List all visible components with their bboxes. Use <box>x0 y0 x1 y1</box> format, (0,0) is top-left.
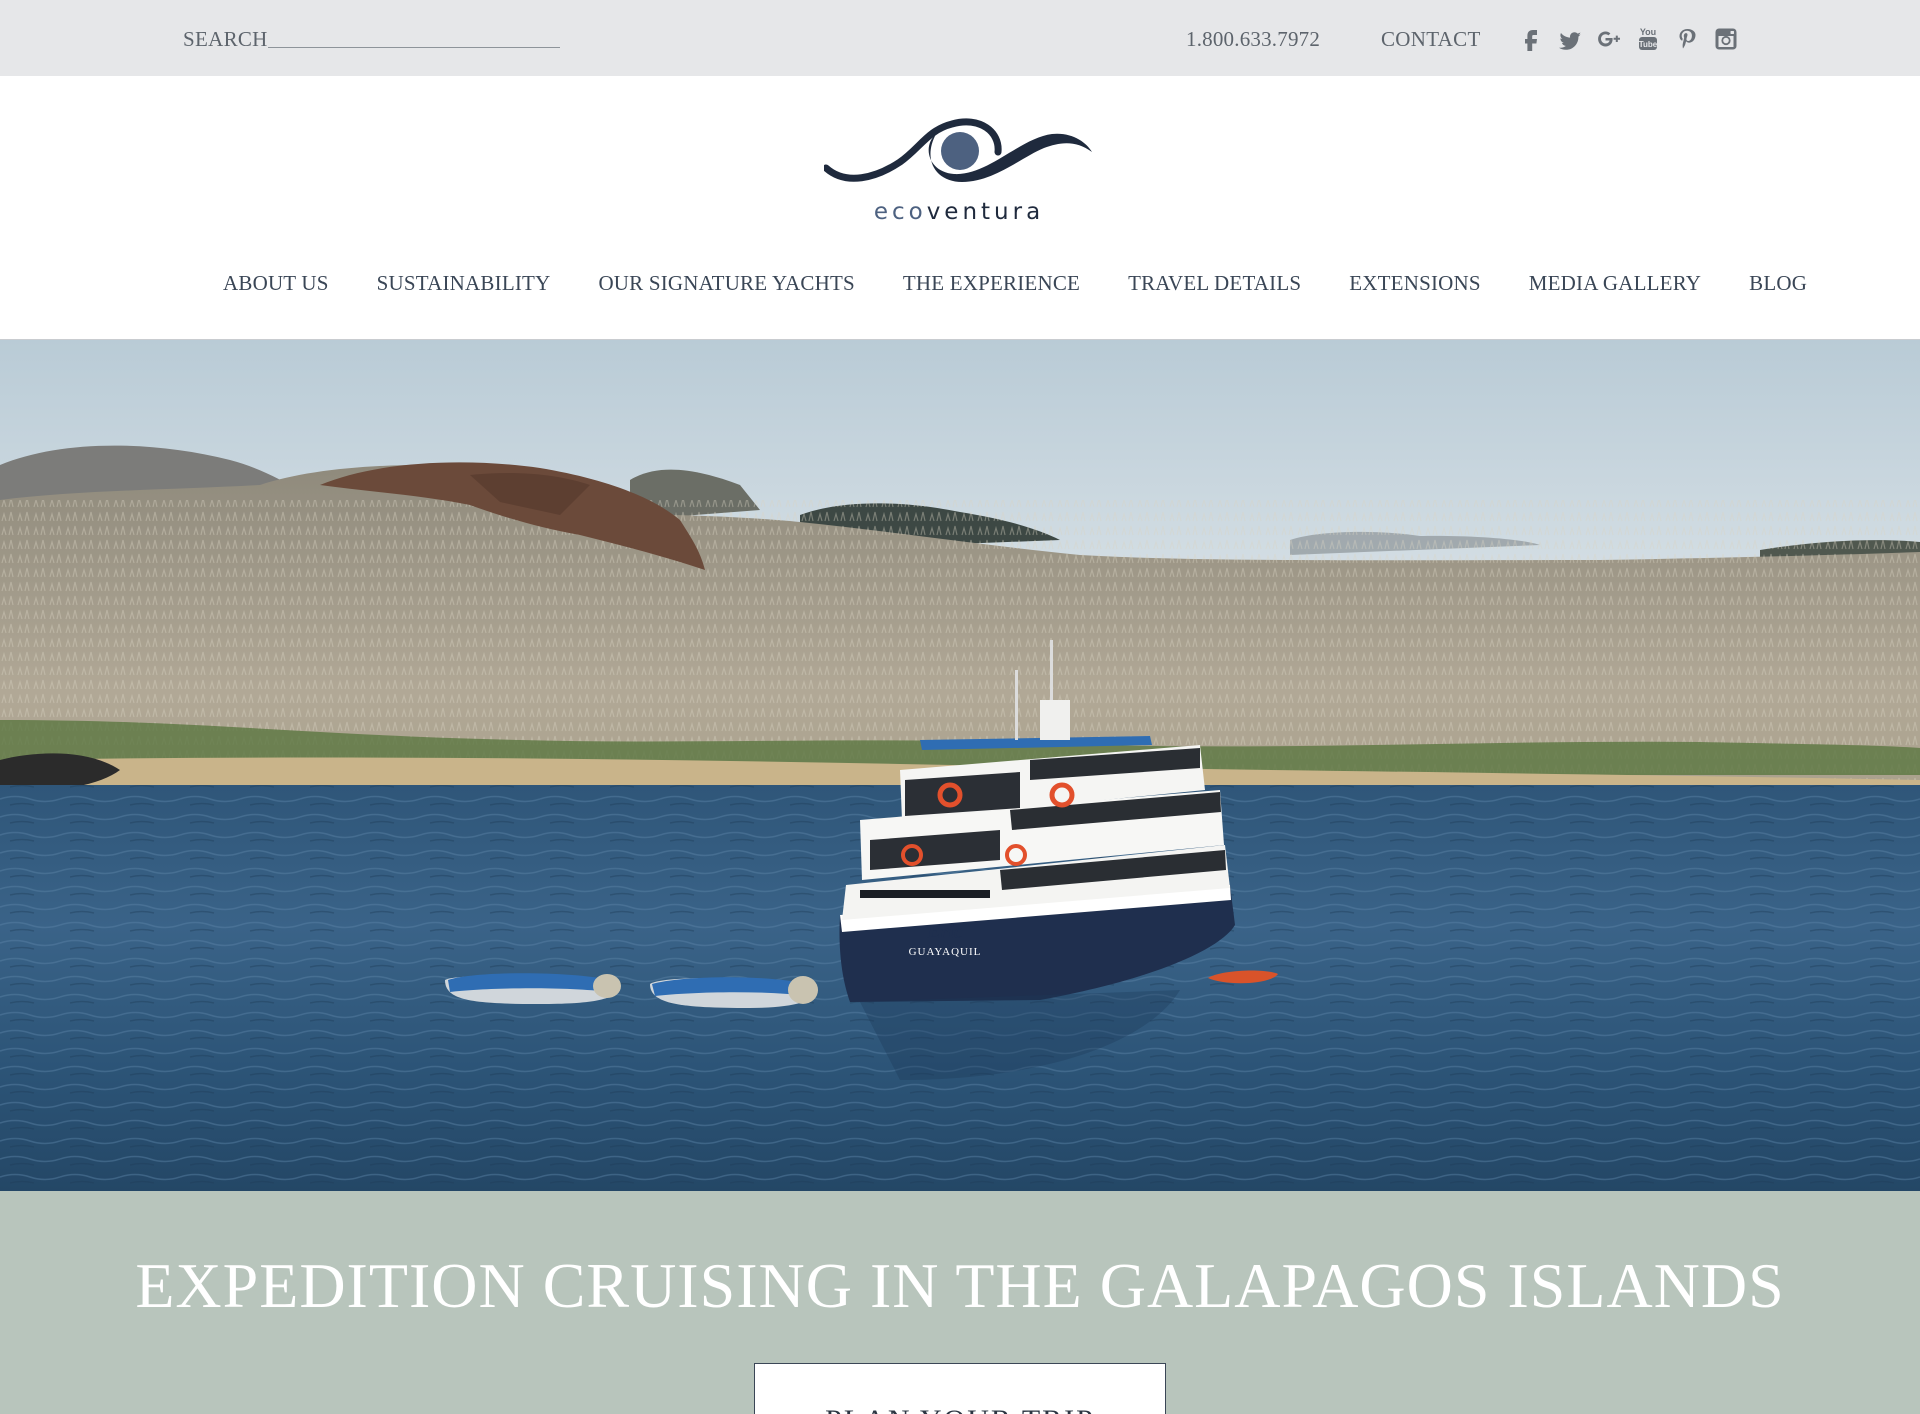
search-label: SEARCH <box>183 27 268 51</box>
plan-your-trip-button[interactable]: PLAN YOUR TRIP <box>754 1363 1166 1414</box>
logo-eye-wave-icon <box>824 118 1092 182</box>
instagram-icon[interactable] <box>1713 25 1739 53</box>
nav-item-blog[interactable]: BLOG <box>1749 271 1807 296</box>
hero-banner: EXPEDITION CRUISING IN THE GALAPAGOS ISL… <box>0 1191 1920 1414</box>
social-icons: You Tube <box>1518 23 1739 55</box>
search-input[interactable] <box>268 22 560 48</box>
nav-item-sustainability[interactable]: SUSTAINABILITY <box>377 271 551 296</box>
logo-wordmark: ecoventura <box>873 199 1045 225</box>
nav-item-media-gallery[interactable]: MEDIA GALLERY <box>1529 271 1701 296</box>
google-plus-icon[interactable] <box>1596 25 1622 53</box>
site-header: ecoventura ABOUT US SUSTAINABILITY OUR S… <box>0 76 1920 340</box>
dinghy-2 <box>650 976 818 1008</box>
nav-item-about-us[interactable]: ABOUT US <box>223 271 329 296</box>
top-utility-bar: SEARCH 1.800.633.7972 CONTACT You Tube <box>0 0 1920 76</box>
contact-link[interactable]: CONTACT <box>1381 27 1481 52</box>
dinghy-1 <box>445 973 621 1004</box>
main-navigation: ABOUT US SUSTAINABILITY OUR SIGNATURE YA… <box>223 263 1807 303</box>
svg-text:Tube: Tube <box>1639 40 1658 49</box>
nav-item-our-signature-yachts[interactable]: OUR SIGNATURE YACHTS <box>598 271 854 296</box>
nav-item-travel-details[interactable]: TRAVEL DETAILS <box>1128 271 1301 296</box>
hero-image: Eric GUAYAQUIL <box>0 340 1920 1191</box>
yacht-port-label: GUAYAQUIL <box>909 946 982 958</box>
ecoventura-logo[interactable]: ecoventura <box>824 112 1094 232</box>
twitter-icon[interactable] <box>1557 25 1583 53</box>
youtube-icon[interactable]: You Tube <box>1635 25 1661 53</box>
page-headline: EXPEDITION CRUISING IN THE GALAPAGOS ISL… <box>135 1250 1785 1321</box>
phone-number[interactable]: 1.800.633.7972 <box>1186 27 1320 52</box>
yacht-name-label: Eric <box>926 921 963 943</box>
svg-text:You: You <box>1640 27 1656 37</box>
pinterest-icon[interactable] <box>1674 25 1700 53</box>
nav-item-the-experience[interactable]: THE EXPERIENCE <box>903 271 1080 296</box>
facebook-icon[interactable] <box>1518 25 1544 53</box>
nav-item-extensions[interactable]: EXTENSIONS <box>1349 271 1481 296</box>
